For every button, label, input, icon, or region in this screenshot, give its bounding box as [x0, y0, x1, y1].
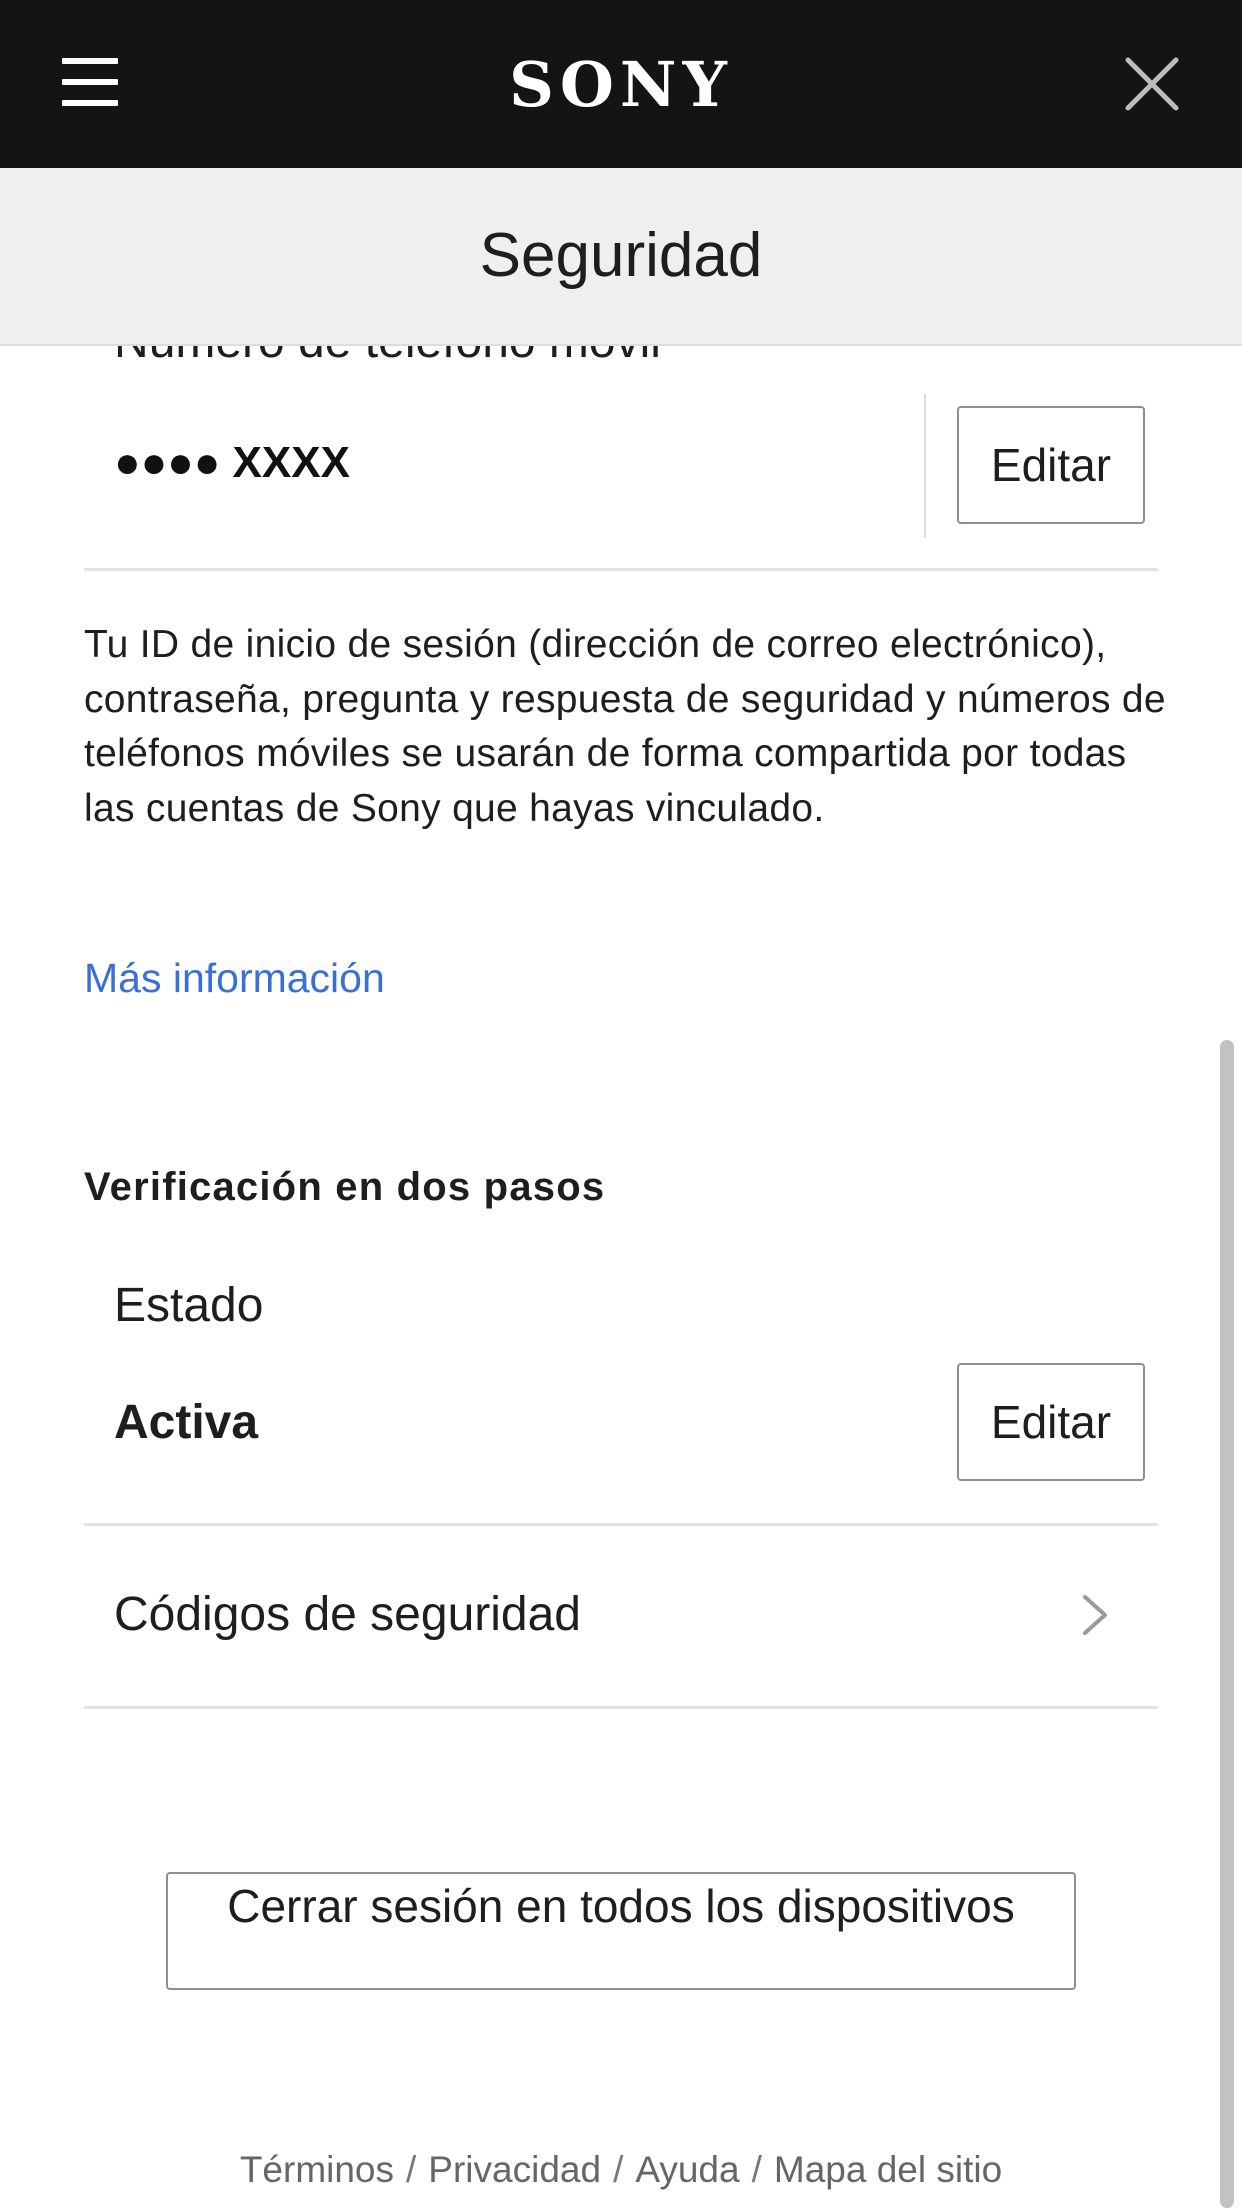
phone-number-value: ●●●● XXXX [114, 438, 350, 487]
privacy-link[interactable]: Privacidad [428, 2149, 601, 2190]
edit-phone-button[interactable]: Editar [957, 406, 1145, 524]
terms-link[interactable]: Términos [240, 2149, 394, 2190]
divider [84, 568, 1158, 571]
security-codes-label: Códigos de seguridad [114, 1588, 581, 1641]
sony-logo: SONY [509, 48, 733, 121]
sitemap-link[interactable]: Mapa del sitio [774, 2149, 1002, 2190]
page-title-bar: Seguridad [0, 168, 1242, 346]
page-title: Seguridad [479, 221, 763, 290]
help-link[interactable]: Ayuda [635, 2149, 739, 2190]
footer-separator: / [751, 2149, 762, 2190]
chevron-right-icon [1080, 1592, 1110, 1638]
main-content: Número de teléfono móvil ●●●● XXXX Edita… [0, 346, 1242, 2208]
edit-two-step-button[interactable]: Editar [957, 1363, 1145, 1481]
security-codes-row[interactable]: Códigos de seguridad [84, 1526, 1158, 1706]
vertical-scrollbar[interactable] [1220, 1040, 1234, 2208]
top-navigation-bar: SONY [0, 0, 1242, 168]
close-icon[interactable] [1124, 56, 1180, 112]
sign-out-all-devices-button[interactable]: Cerrar sesión en todos los dispositivos [166, 1872, 1076, 1990]
status-label: Estado [114, 1279, 264, 1332]
phone-number-label: Número de teléfono móvil [114, 346, 661, 372]
more-info-link[interactable]: Más información [84, 952, 385, 1004]
footer-separator: / [406, 2149, 417, 2190]
shared-account-info-text: Tu ID de inicio de sesión (dirección de … [84, 623, 1166, 830]
status-value: Activa [114, 1396, 259, 1449]
vertical-divider [924, 394, 926, 538]
two-step-verification-heading: Verificación en dos pasos [84, 1165, 606, 1209]
footer-links: Términos / Privacidad / Ayuda / Mapa del sitio [0, 2146, 1242, 2194]
divider [84, 1706, 1158, 1709]
footer-separator: / [613, 2149, 624, 2190]
